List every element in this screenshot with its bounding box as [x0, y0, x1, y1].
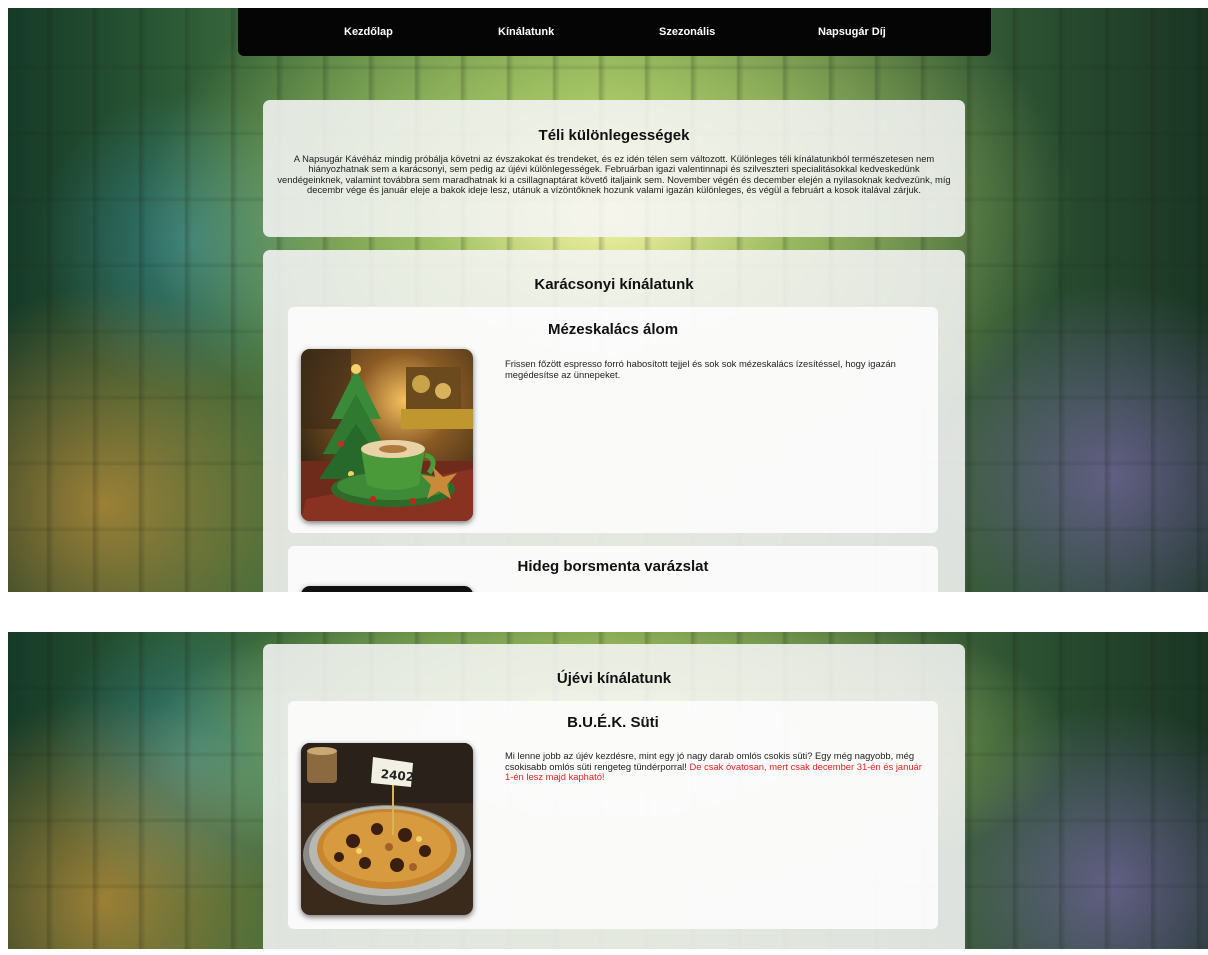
christmas-title: Karácsonyi kínálatunk — [534, 276, 694, 293]
peppermint-drink-image — [301, 586, 473, 592]
page-view-bottom: Újévi kínálatunk B.U.É.K. Süti 2402 Mi l… — [8, 632, 1208, 949]
product-card-gingerbread: Mézeskalács álom Frissen főzött espresso… — [288, 307, 938, 533]
newyear-section: Újévi kínálatunk B.U.É.K. Süti 2402 Mi l… — [263, 644, 965, 949]
nav-item-seasonal[interactable]: Szezonális — [659, 26, 715, 38]
winter-intro-card: Téli különlegességek A Napsugár Kávéház … — [263, 100, 965, 237]
product-name: Hideg borsmenta varázslat — [517, 558, 709, 575]
intro-title: Téli különlegességek — [538, 127, 690, 144]
product-description: Frissen főzött espresso forró habosított… — [505, 358, 896, 380]
gingerbread-latte-image — [301, 349, 473, 521]
nav-item-offers[interactable]: Kínálatunk — [498, 26, 554, 38]
product-name: Mézeskalács álom — [547, 321, 679, 338]
buek-cookie-image: 2402 — [301, 743, 473, 915]
intro-text: A Napsugár Kávéház mindig próbálja követ… — [277, 153, 951, 196]
product-card-peppermint: Hideg borsmenta varázslat — [288, 546, 938, 592]
nav-item-award[interactable]: Napsugár Díj — [818, 26, 886, 38]
christmas-section: Karácsonyi kínálatunk Mézeskalács álom F… — [263, 250, 965, 592]
top-navbar: Kezdőlap Kínálatunk Szezonális Napsugár … — [238, 8, 991, 56]
page-view-top: Kezdőlap Kínálatunk Szezonális Napsugár … — [8, 8, 1208, 592]
newyear-title: Újévi kínálatunk — [556, 670, 672, 687]
nav-item-home[interactable]: Kezdőlap — [344, 26, 393, 38]
product-name: B.U.É.K. Süti — [567, 714, 659, 731]
product-card-buek-cookie: B.U.É.K. Süti 2402 Mi lenne jobb az újév… — [288, 701, 938, 929]
product-description: Mi lenne jobb az újév kezdésre, mint egy… — [505, 750, 925, 783]
